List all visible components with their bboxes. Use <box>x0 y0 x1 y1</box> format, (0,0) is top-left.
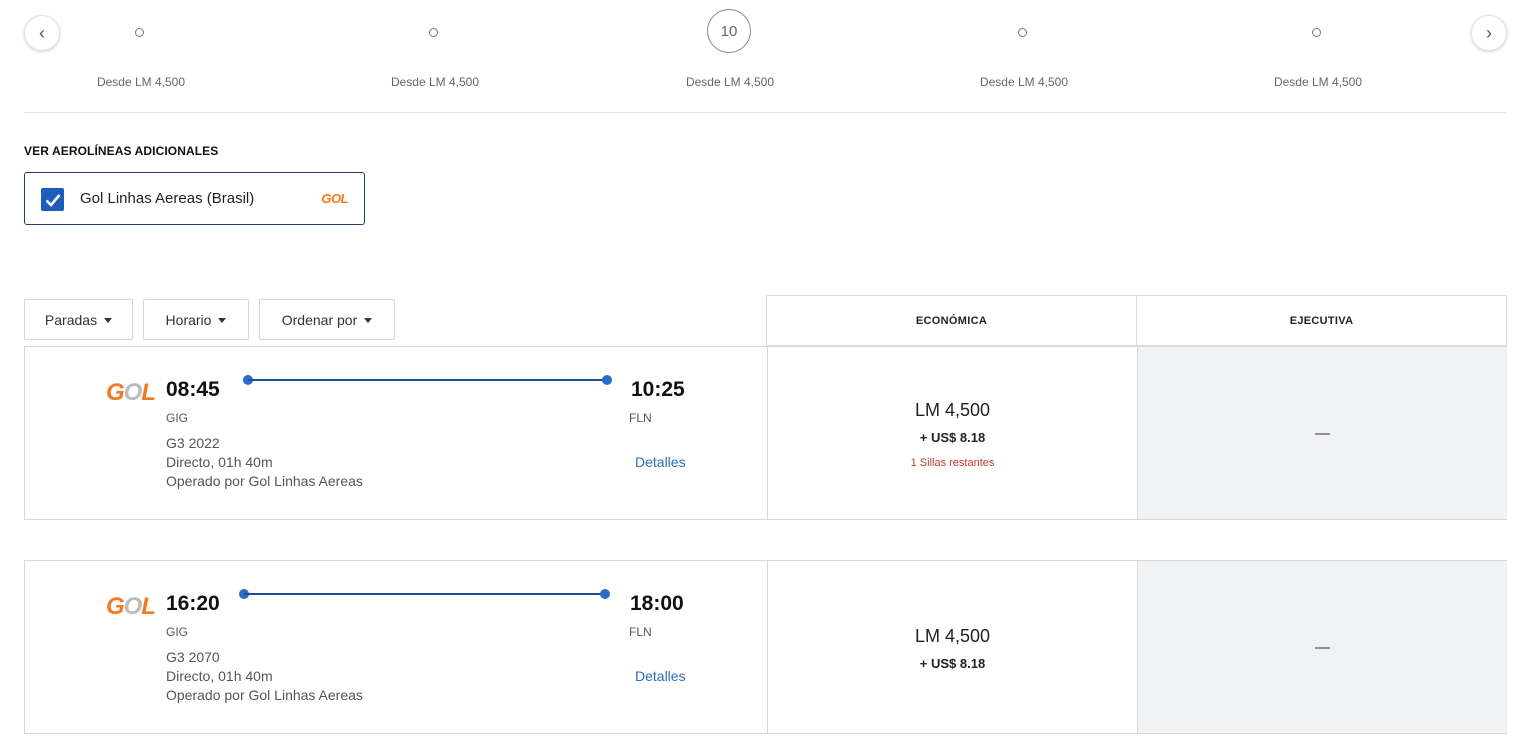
chevron-right-icon: › <box>1486 22 1492 43</box>
fare-points: LM 4,500 <box>914 400 991 420</box>
flight-duration: Directo, 01h 40m <box>166 454 273 470</box>
date-dot-icon <box>1312 28 1321 37</box>
flight-duration: Directo, 01h 40m <box>166 668 273 684</box>
checkmark-icon <box>45 193 60 207</box>
schedule-filter-label: Horario <box>165 311 212 328</box>
caret-down-icon <box>364 318 373 323</box>
economy-column-header: ECONÓMICA <box>766 295 1137 346</box>
selected-date-number: 10 <box>707 9 751 53</box>
date-dot-icon <box>429 28 438 37</box>
seats-remaining: 1 Sillas restantes <box>910 457 995 469</box>
details-link[interactable]: Detalles <box>635 668 686 684</box>
date-price: Desde LM 4,500 <box>1273 75 1363 89</box>
sort-button[interactable]: Ordenar por <box>259 299 395 340</box>
date-price: Desde LM 4,500 <box>96 75 186 89</box>
stops-filter-button[interactable]: Paradas <box>24 299 133 340</box>
airline-name: Gol Linhas Aereas (Brasil) <box>80 190 255 207</box>
arrival-airport: FLN <box>629 625 652 639</box>
departure-time: 16:20 <box>166 592 220 615</box>
flight-operator: Operado por Gol Linhas Aereas <box>166 687 363 703</box>
date-dot-icon <box>135 28 144 37</box>
next-dates-button[interactable]: › <box>1471 15 1507 51</box>
caret-down-icon <box>104 318 113 323</box>
flight-card: GOL 16:20 GIG 18:00 FLN G3 2070 Directo,… <box>24 560 1507 734</box>
fare-usd: + US$ 8.18 <box>919 656 986 671</box>
airline-filter-gol[interactable]: Gol Linhas Aereas (Brasil) GOL <box>24 172 365 225</box>
departure-airport: GIG <box>166 411 189 425</box>
sort-label: Ordenar por <box>281 311 358 328</box>
executive-column-header: EJECUTIVA <box>1136 295 1507 346</box>
route-end-dot <box>602 375 612 385</box>
schedule-filter-button[interactable]: Horario <box>143 299 249 340</box>
flight-operator: Operado por Gol Linhas Aereas <box>166 473 363 489</box>
flight-card: GOL 08:45 GIG 10:25 FLN G3 2022 Directo,… <box>24 346 1507 520</box>
fare-points: LM 4,500 <box>914 626 991 646</box>
details-link[interactable]: Detalles <box>635 454 686 470</box>
chevron-left-icon: ‹ <box>39 22 45 43</box>
arrival-time: 10:25 <box>631 378 685 401</box>
economy-fare-cell[interactable]: LM 4,500 + US$ 8.18 <box>767 561 1137 733</box>
gol-logo: GOL <box>321 191 348 206</box>
route-line <box>248 379 607 381</box>
prev-dates-button[interactable]: ‹ <box>24 15 60 51</box>
date-price: Desde LM 4,500 <box>390 75 480 89</box>
executive-fare-cell: — <box>1137 347 1507 519</box>
airline-checkbox[interactable] <box>41 188 64 211</box>
departure-time: 08:45 <box>166 378 220 401</box>
stops-filter-label: Paradas <box>44 311 98 328</box>
arrival-time: 18:00 <box>630 592 684 615</box>
date-price: Desde LM 4,500 <box>685 75 775 89</box>
executive-fare-cell: — <box>1137 561 1507 733</box>
fare-usd: + US$ 8.18 <box>919 430 986 445</box>
route-line <box>244 593 605 595</box>
caret-down-icon <box>218 318 227 323</box>
date-dot-icon <box>1018 28 1027 37</box>
departure-airport: GIG <box>166 625 189 639</box>
flight-number: G3 2022 <box>166 435 220 451</box>
additional-airlines-heading: VER AEROLÍNEAS ADICIONALES <box>24 144 219 158</box>
arrival-airport: FLN <box>629 411 652 425</box>
flight-number: G3 2070 <box>166 649 220 665</box>
date-price: Desde LM 4,500 <box>979 75 1069 89</box>
route-end-dot <box>600 589 610 599</box>
gol-logo: GOL <box>106 593 156 620</box>
economy-fare-cell[interactable]: LM 4,500 + US$ 8.18 1 Sillas restantes <box>767 347 1137 519</box>
section-divider <box>24 112 1507 113</box>
gol-logo: GOL <box>106 379 156 406</box>
